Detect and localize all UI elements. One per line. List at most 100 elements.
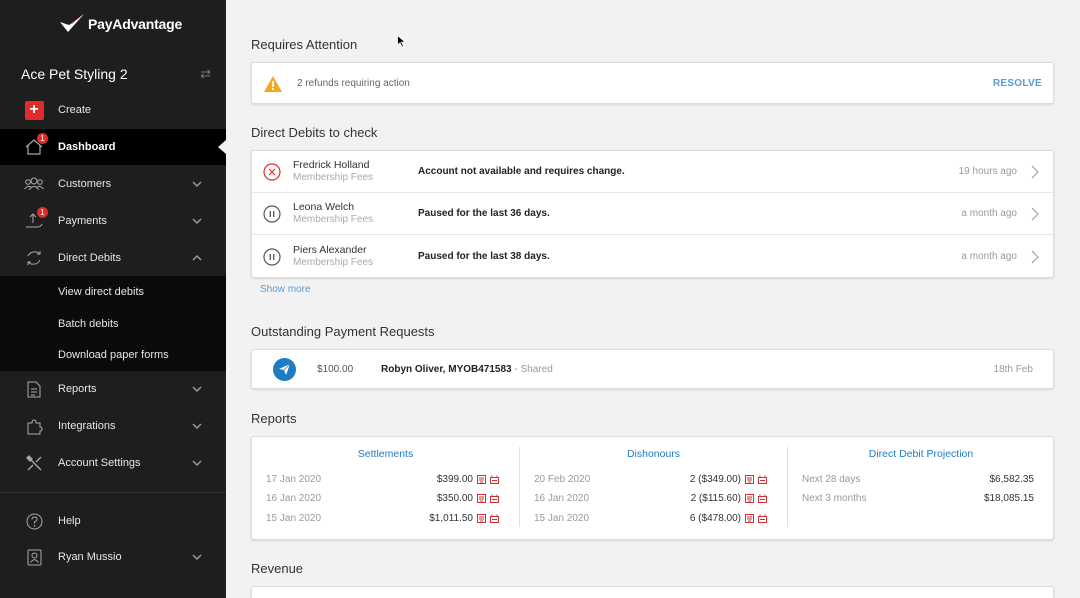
pdf-icon[interactable] bbox=[477, 494, 486, 503]
chevron-up-icon bbox=[192, 254, 202, 261]
payments-badge: 1 bbox=[37, 207, 48, 218]
projection-amount: $18,085.15 bbox=[983, 493, 1034, 504]
plan-name: Membership Fees bbox=[293, 172, 374, 183]
dishonour-date: 16 Jan 2020 bbox=[534, 493, 590, 504]
dishonour-date: 15 Jan 2020 bbox=[534, 513, 590, 524]
direct-debits-card: Fredrick Holland Membership Fees Account… bbox=[251, 150, 1054, 278]
revenue-title: Revenue bbox=[251, 561, 304, 576]
pdf-icon[interactable] bbox=[745, 475, 754, 484]
timestamp: a month ago bbox=[961, 208, 1017, 219]
create-button[interactable]: + Create bbox=[0, 92, 226, 128]
user-name: Ryan Mussio bbox=[58, 551, 122, 563]
puzzle-icon bbox=[27, 418, 43, 434]
sidebar-item-label: Customers bbox=[58, 178, 112, 190]
pdf-icon[interactable] bbox=[477, 475, 486, 484]
brand-logo[interactable]: PayAdvantage bbox=[60, 14, 182, 34]
direct-debits-submenu: View direct debits Batch debits Download… bbox=[0, 276, 226, 371]
submenu-download-paper-forms[interactable]: Download paper forms bbox=[58, 349, 169, 361]
sidebar-item-label: Account Settings bbox=[58, 457, 141, 469]
settlements-link[interactable]: Settlements bbox=[252, 448, 519, 460]
pdf-icon[interactable] bbox=[745, 514, 754, 523]
reports-card: Settlements 17 Jan 2020 $399.00 16 Jan 2… bbox=[251, 436, 1054, 540]
csv-icon[interactable] bbox=[490, 514, 499, 523]
pdf-icon[interactable] bbox=[745, 494, 754, 503]
pause-circle-icon bbox=[263, 248, 281, 266]
request-customer-name: Robyn Oliver, MYOB471583 bbox=[381, 364, 512, 375]
table-row: 15 Jan 2020 6 ($478.00) bbox=[534, 513, 767, 527]
sidebar-item-user[interactable]: Ryan Mussio bbox=[0, 539, 226, 575]
sidebar: PayAdvantage Ace Pet Styling 2 ⇄ + Creat… bbox=[0, 0, 226, 598]
sidebar-item-label: Integrations bbox=[58, 420, 116, 432]
help-label: Help bbox=[58, 515, 81, 527]
chevron-down-icon bbox=[192, 554, 202, 561]
help-icon bbox=[26, 513, 42, 529]
sidebar-item-integrations[interactable]: Integrations bbox=[0, 408, 226, 444]
send-icon bbox=[273, 358, 296, 381]
csv-icon[interactable] bbox=[490, 475, 499, 484]
org-switcher[interactable]: Ace Pet Styling 2 ⇄ bbox=[21, 66, 211, 82]
settlement-date: 17 Jan 2020 bbox=[266, 474, 322, 485]
settlement-amount: $399.00 bbox=[436, 474, 473, 485]
table-row: 16 Jan 2020 2 ($115.60) bbox=[534, 493, 767, 507]
projection-amount: $6,582.35 bbox=[989, 474, 1035, 485]
settlements-panel: Settlements 17 Jan 2020 $399.00 16 Jan 2… bbox=[252, 437, 519, 540]
warning-icon bbox=[264, 76, 282, 92]
sidebar-item-help[interactable]: Help bbox=[0, 503, 226, 539]
settlement-date: 15 Jan 2020 bbox=[266, 513, 322, 524]
dishonour-value: 6 ($478.00) bbox=[689, 513, 741, 524]
csv-icon[interactable] bbox=[758, 514, 767, 523]
sidebar-item-payments[interactable]: 1 Payments bbox=[0, 203, 226, 239]
org-name: Ace Pet Styling 2 bbox=[21, 66, 128, 82]
recurring-icon bbox=[27, 251, 41, 265]
plan-name: Membership Fees bbox=[293, 257, 374, 268]
table-row: 20 Feb 2020 2 ($349.00) bbox=[534, 474, 767, 488]
list-item[interactable]: Leona Welch Membership Fees Paused for t… bbox=[252, 193, 1053, 235]
payment-requests-title: Outstanding Payment Requests bbox=[251, 324, 435, 339]
projection-link[interactable]: Direct Debit Projection bbox=[788, 448, 1054, 460]
sidebar-item-dashboard[interactable]: 1 Dashboard bbox=[0, 129, 226, 165]
sidebar-item-label: Dashboard bbox=[58, 141, 116, 153]
debit-status-message: Paused for the last 38 days. bbox=[418, 251, 550, 262]
plus-icon: + bbox=[24, 100, 44, 120]
payment-request-row[interactable]: $100.00 Robyn Oliver, MYOB471583 - Share… bbox=[251, 349, 1054, 389]
resolve-button[interactable]: RESOLVE bbox=[993, 78, 1042, 89]
main-content: Requires Attention 2 refunds requiring a… bbox=[226, 0, 1080, 598]
settlement-date: 16 Jan 2020 bbox=[266, 493, 322, 504]
sidebar-item-direct-debits[interactable]: Direct Debits bbox=[0, 240, 226, 276]
list-item[interactable]: Piers Alexander Membership Fees Paused f… bbox=[252, 236, 1053, 278]
create-label: Create bbox=[58, 104, 92, 116]
table-row: 15 Jan 2020 $1,011.50 bbox=[266, 513, 499, 527]
request-date: 18th Feb bbox=[993, 364, 1033, 375]
table-row: 17 Jan 2020 $399.00 bbox=[266, 474, 499, 488]
customer-name: Leona Welch bbox=[293, 201, 355, 213]
tools-icon bbox=[25, 454, 41, 470]
user-badge-icon bbox=[27, 549, 41, 565]
sidebar-item-label: Direct Debits bbox=[58, 252, 121, 264]
pdf-icon[interactable] bbox=[477, 514, 486, 523]
sidebar-item-customers[interactable]: Customers bbox=[0, 166, 226, 202]
show-more-link[interactable]: Show more bbox=[260, 284, 311, 295]
sidebar-item-account-settings[interactable]: Account Settings bbox=[0, 445, 226, 481]
reports-title: Reports bbox=[251, 411, 297, 426]
submenu-batch-debits[interactable]: Batch debits bbox=[58, 318, 119, 330]
chevron-down-icon bbox=[192, 423, 202, 430]
sidebar-item-reports[interactable]: Reports bbox=[0, 371, 226, 407]
csv-icon[interactable] bbox=[758, 475, 767, 484]
submenu-view-direct-debits[interactable]: View direct debits bbox=[58, 286, 144, 298]
revenue-card bbox=[251, 586, 1054, 598]
document-icon bbox=[27, 381, 41, 397]
csv-icon[interactable] bbox=[490, 494, 499, 503]
debit-status-message: Account not available and requires chang… bbox=[418, 166, 625, 177]
switch-org-icon[interactable]: ⇄ bbox=[200, 66, 211, 82]
timestamp: a month ago bbox=[961, 251, 1017, 262]
request-customer: Robyn Oliver, MYOB471583 - Shared bbox=[381, 364, 553, 375]
list-item[interactable]: Fredrick Holland Membership Fees Account… bbox=[252, 151, 1053, 193]
requires-attention-title: Requires Attention bbox=[251, 37, 358, 52]
error-circle-icon bbox=[263, 163, 281, 181]
dishonour-date: 20 Feb 2020 bbox=[534, 474, 591, 485]
pause-circle-icon bbox=[263, 205, 281, 223]
chevron-right-icon bbox=[1031, 165, 1039, 179]
dishonours-link[interactable]: Dishonours bbox=[520, 448, 787, 460]
csv-icon[interactable] bbox=[758, 494, 767, 503]
mouse-cursor-icon bbox=[397, 35, 406, 48]
